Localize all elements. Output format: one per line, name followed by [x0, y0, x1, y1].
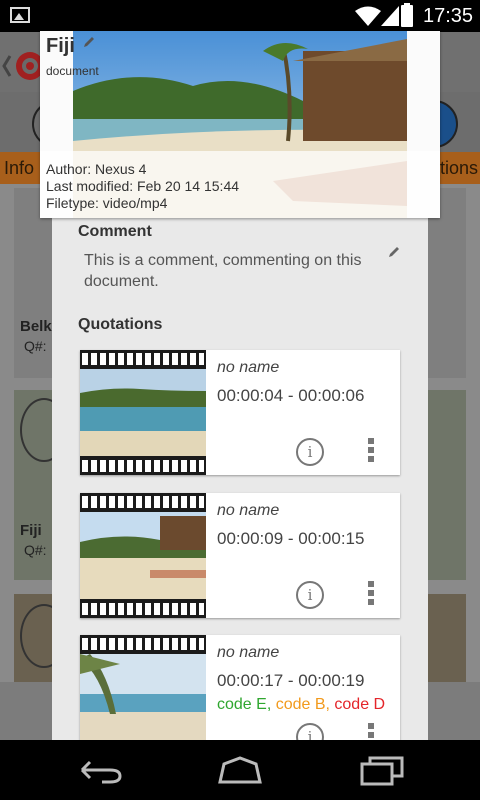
quotation-card[interactable]: no name 00:00:04 - 00:00:06 i: [80, 350, 400, 475]
author-text: Author: Nexus 4: [46, 161, 147, 177]
edit-title-icon[interactable]: [83, 36, 95, 48]
info-icon[interactable]: i: [296, 438, 324, 466]
status-time: 17:35: [423, 5, 474, 27]
bg-card-title: Fiji: [20, 522, 42, 539]
code-tag[interactable]: code B: [276, 696, 326, 713]
bg-card-q: Q#:: [24, 338, 47, 354]
quotation-name: no name: [217, 502, 280, 519]
document-header-card: Fiji document Author: Nexus 4 Last modif…: [40, 31, 440, 218]
bg-card-q: Q#:: [24, 542, 47, 558]
edit-comment-icon[interactable]: [388, 246, 400, 258]
home-icon[interactable]: [216, 754, 264, 786]
document-type: document: [46, 64, 99, 78]
cell-signal-icon: [381, 6, 399, 26]
image-icon: [10, 7, 30, 23]
bg-tab-info: Info: [4, 158, 35, 178]
quotation-codes: code E, code B, code D: [217, 696, 386, 713]
info-icon[interactable]: i: [296, 581, 324, 609]
quotation-card[interactable]: no name 00:00:09 - 00:00:15 i: [80, 493, 400, 618]
document-metadata: Author: Nexus 4 Last modified: Feb 20 14…: [40, 151, 440, 218]
video-thumbnail: [80, 350, 206, 475]
more-options-icon[interactable]: [368, 438, 376, 464]
wifi-icon: [355, 6, 381, 26]
filetype-text: Filetype: video/mp4: [46, 195, 168, 211]
last-modified-text: Last modified: Feb 20 14 15:44: [46, 178, 240, 194]
document-dialog: Comment This is a comment, commenting on…: [52, 215, 428, 760]
code-tag[interactable]: code D: [334, 696, 385, 713]
quotation-time: 00:00:17 - 00:00:19: [217, 671, 365, 690]
quotation-time: 00:00:04 - 00:00:06: [217, 386, 365, 405]
quotation-time: 00:00:09 - 00:00:15: [217, 529, 365, 548]
document-title: Fiji: [46, 35, 75, 57]
back-icon[interactable]: [76, 754, 124, 786]
comment-text[interactable]: This is a comment, commenting on this do…: [84, 250, 384, 292]
quotation-name: no name: [217, 359, 280, 376]
quotations-heading: Quotations: [78, 316, 163, 333]
comment-heading: Comment: [78, 223, 152, 240]
navigation-bar: [0, 740, 480, 800]
recent-apps-icon[interactable]: [358, 754, 406, 786]
app-logo-icon: [2, 52, 42, 80]
quotation-name: no name: [217, 644, 280, 661]
bg-card-title: Belki: [20, 318, 56, 335]
code-tag[interactable]: code E: [217, 696, 267, 713]
more-options-icon[interactable]: [368, 581, 376, 607]
video-thumbnail: [80, 493, 206, 618]
status-bar: 17:35: [0, 0, 480, 32]
battery-icon: [401, 3, 413, 27]
